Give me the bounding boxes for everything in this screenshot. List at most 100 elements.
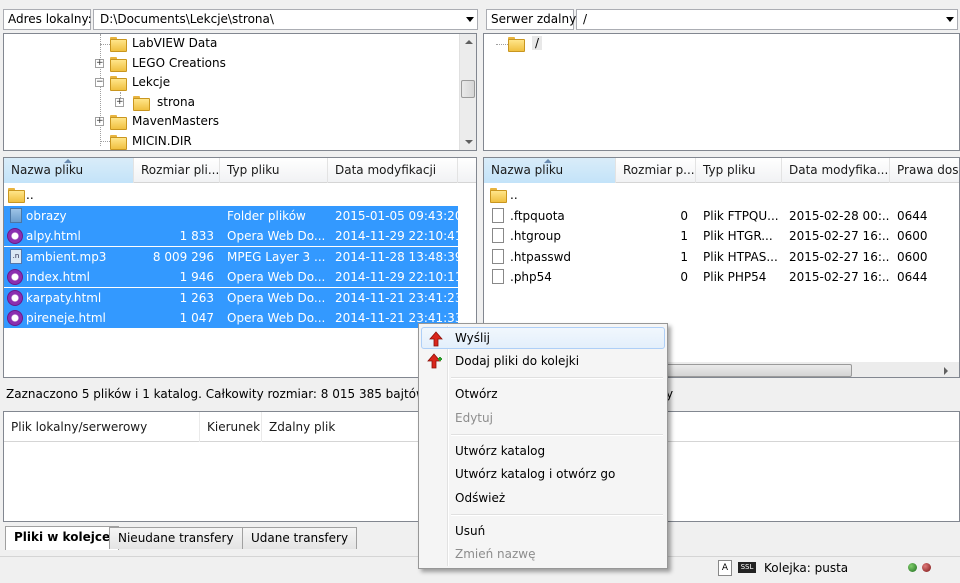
menu-item-label: Usuń <box>455 524 486 538</box>
cell-date: 2015-02-27 16:... <box>789 249 889 264</box>
local-address-value: D:\Documents\Lekcje\strona\ <box>100 12 274 26</box>
cell-date: 2015-02-27 16:... <box>789 270 889 284</box>
table-row[interactable]: pireneje.html 1 047 Opera Web Do... 2014-11… <box>4 308 458 328</box>
cell-size: 0 <box>680 208 688 223</box>
folder-icon <box>10 207 22 223</box>
cell-name: ambient.mp3 <box>26 249 107 264</box>
table-row[interactable]: alpy.html 1 833 Opera Web Do... 2014-11-29 … <box>4 226 458 246</box>
remote-address-bar: Serwer zdalny: / <box>483 6 960 33</box>
table-row[interactable]: .php54 0 Plik PHP54 2015-02-27 16:... 0644 <box>484 267 959 287</box>
tree-item-root[interactable]: / <box>508 34 543 53</box>
scroll-up-icon[interactable] <box>460 34 476 51</box>
column-header-type[interactable]: Typ pliku <box>220 158 328 183</box>
menu-separator <box>451 514 663 516</box>
column-header-name[interactable]: Nazwa pliku <box>4 158 134 183</box>
tree-item-micin-dir[interactable]: MICIN.DIR <box>110 132 192 150</box>
cell-size: 1 263 <box>179 290 214 305</box>
local-status-line: Zaznaczono 5 plików i 1 katalog. Całkowi… <box>0 383 480 405</box>
remote-address-input[interactable]: / <box>576 9 958 30</box>
menu-item-label: Utwórz katalog i otwórz go <box>455 467 616 481</box>
local-directory-tree[interactable]: LabVIEW Data + LEGO Creations − Lekcje +… <box>3 33 477 151</box>
folder-open-icon <box>133 96 150 111</box>
column-label: Typ pliku <box>227 163 280 177</box>
remote-directory-tree[interactable]: / <box>483 33 960 151</box>
expand-icon[interactable]: + <box>95 117 104 126</box>
scroll-right-icon[interactable] <box>944 367 948 375</box>
column-header-direction[interactable]: Kierunek <box>200 412 262 442</box>
table-row[interactable]: .. <box>484 185 959 205</box>
column-label: Typ pliku <box>703 163 756 177</box>
tree-item-lego-creations[interactable]: + LEGO Creations <box>92 54 226 73</box>
column-label: Prawa dos <box>897 163 959 177</box>
table-row[interactable]: .htpasswd 1 Plik HTPAS... 2015-02-27 16:...… <box>484 247 959 267</box>
cell-date: 2015-02-27 16:... <box>789 229 889 243</box>
table-row[interactable]: index.html 1 946 Opera Web Do... 2014-11-29… <box>4 267 458 287</box>
file-icon <box>492 269 504 284</box>
cell-date: 2014-11-28 13:48:39 <box>335 249 458 264</box>
column-label: Zdalny plik <box>269 420 336 434</box>
tab-label: Pliki w kolejce <box>14 530 111 544</box>
column-header-size[interactable]: Rozmiar p... <box>616 158 696 183</box>
folder-open-icon <box>110 76 127 91</box>
cell-name: pireneje.html <box>26 311 106 325</box>
cell-size: 1 833 <box>179 229 214 243</box>
local-address-input[interactable]: D:\Documents\Lekcje\strona\ <box>93 9 478 30</box>
table-row[interactable]: obrazy Folder plików 2015-01-05 09:43:20 <box>4 205 458 226</box>
folder-icon <box>110 37 127 52</box>
folder-icon <box>508 37 525 52</box>
tree-item-labview-data[interactable]: LabVIEW Data <box>110 34 217 53</box>
tree-item-label: LEGO Creations <box>132 56 226 70</box>
cell-date: 2014-11-21 23:41:23 <box>335 290 458 305</box>
scrollbar-thumb[interactable] <box>461 80 475 98</box>
tab-successful-transfers[interactable]: Udane transfery <box>242 527 358 549</box>
column-header-type[interactable]: Typ pliku <box>696 158 782 183</box>
column-header-date[interactable]: Data modyfika... <box>782 158 890 183</box>
context-menu: Wyślij Dodaj pliki do kolejki Otwórz Edy… <box>418 323 668 569</box>
column-header-date[interactable]: Data modyfikacji <box>328 158 458 183</box>
table-row[interactable]: .n ambient.mp3 8 009 296 MPEG Layer 3 ... 20… <box>4 246 458 267</box>
tree-item-lekcje[interactable]: − Lekcje <box>92 73 170 92</box>
cell-name: .ftpquota <box>510 208 565 223</box>
menu-item-upload[interactable]: Wyślij <box>421 327 665 349</box>
column-header-permissions[interactable]: Prawa dos <box>890 158 959 183</box>
cell-date <box>335 185 458 205</box>
cell-type: Plik FTPQU... <box>703 208 779 223</box>
opera-icon <box>7 228 23 244</box>
tab-failed-transfers[interactable]: Nieudane transfery <box>109 527 243 549</box>
menu-item-delete[interactable]: Usuń <box>421 520 665 542</box>
menu-item-create-and-open-directory[interactable]: Utwórz katalog i otwórz go <box>421 463 665 485</box>
local-tree-scrollbar[interactable] <box>459 34 476 150</box>
cell-size: 1 946 <box>179 270 214 284</box>
chevron-down-icon[interactable] <box>466 17 474 22</box>
chevron-down-icon[interactable] <box>946 17 954 22</box>
opera-icon <box>7 269 23 285</box>
table-row[interactable]: karpaty.html 1 263 Opera Web Do... 2014-11-… <box>4 287 458 308</box>
menu-item-refresh[interactable]: Odśwież <box>421 487 665 509</box>
local-file-list[interactable]: Nazwa pliku Rozmiar pli... Typ pliku Dat… <box>3 157 477 378</box>
expand-icon[interactable]: + <box>95 59 104 68</box>
column-header-name[interactable]: Nazwa pliku <box>484 158 616 183</box>
cell-size <box>616 185 692 205</box>
cell-type <box>227 185 327 205</box>
cell-date: 2015-02-28 00:... <box>789 208 889 223</box>
table-row[interactable]: .. <box>4 185 458 205</box>
menu-item-create-directory[interactable]: Utwórz katalog <box>421 440 665 462</box>
menu-item-open[interactable]: Otwórz <box>421 383 665 405</box>
column-header-size[interactable]: Rozmiar pli... <box>134 158 220 183</box>
tree-item-mavenmasters[interactable]: + MavenMasters <box>92 112 219 131</box>
tab-queued-files[interactable]: Pliki w kolejce <box>5 526 120 550</box>
tree-item-strona[interactable]: + strona <box>112 93 197 112</box>
table-row[interactable]: .htgroup 1 Plik HTGR... 2015-02-27 16:... 06… <box>484 226 959 246</box>
menu-item-add-to-queue[interactable]: Dodaj pliki do kolejki <box>421 350 665 372</box>
upload-arrow-icon <box>429 331 443 347</box>
local-selection-status: Zaznaczono 5 plików i 1 katalog. Całkowi… <box>6 387 426 401</box>
cell-perm <box>897 185 957 205</box>
folder-icon <box>110 115 127 130</box>
collapse-icon[interactable]: − <box>95 78 104 87</box>
table-row[interactable]: .ftpquota 0 Plik FTPQU... 2015-02-28 00:...… <box>484 206 959 226</box>
column-header-local-file[interactable]: Plik lokalny/serwerowy <box>4 412 200 442</box>
column-label: Rozmiar p... <box>623 163 695 177</box>
expand-icon[interactable]: + <box>115 98 124 107</box>
scroll-down-icon[interactable] <box>460 133 476 150</box>
folder-icon <box>110 135 127 150</box>
